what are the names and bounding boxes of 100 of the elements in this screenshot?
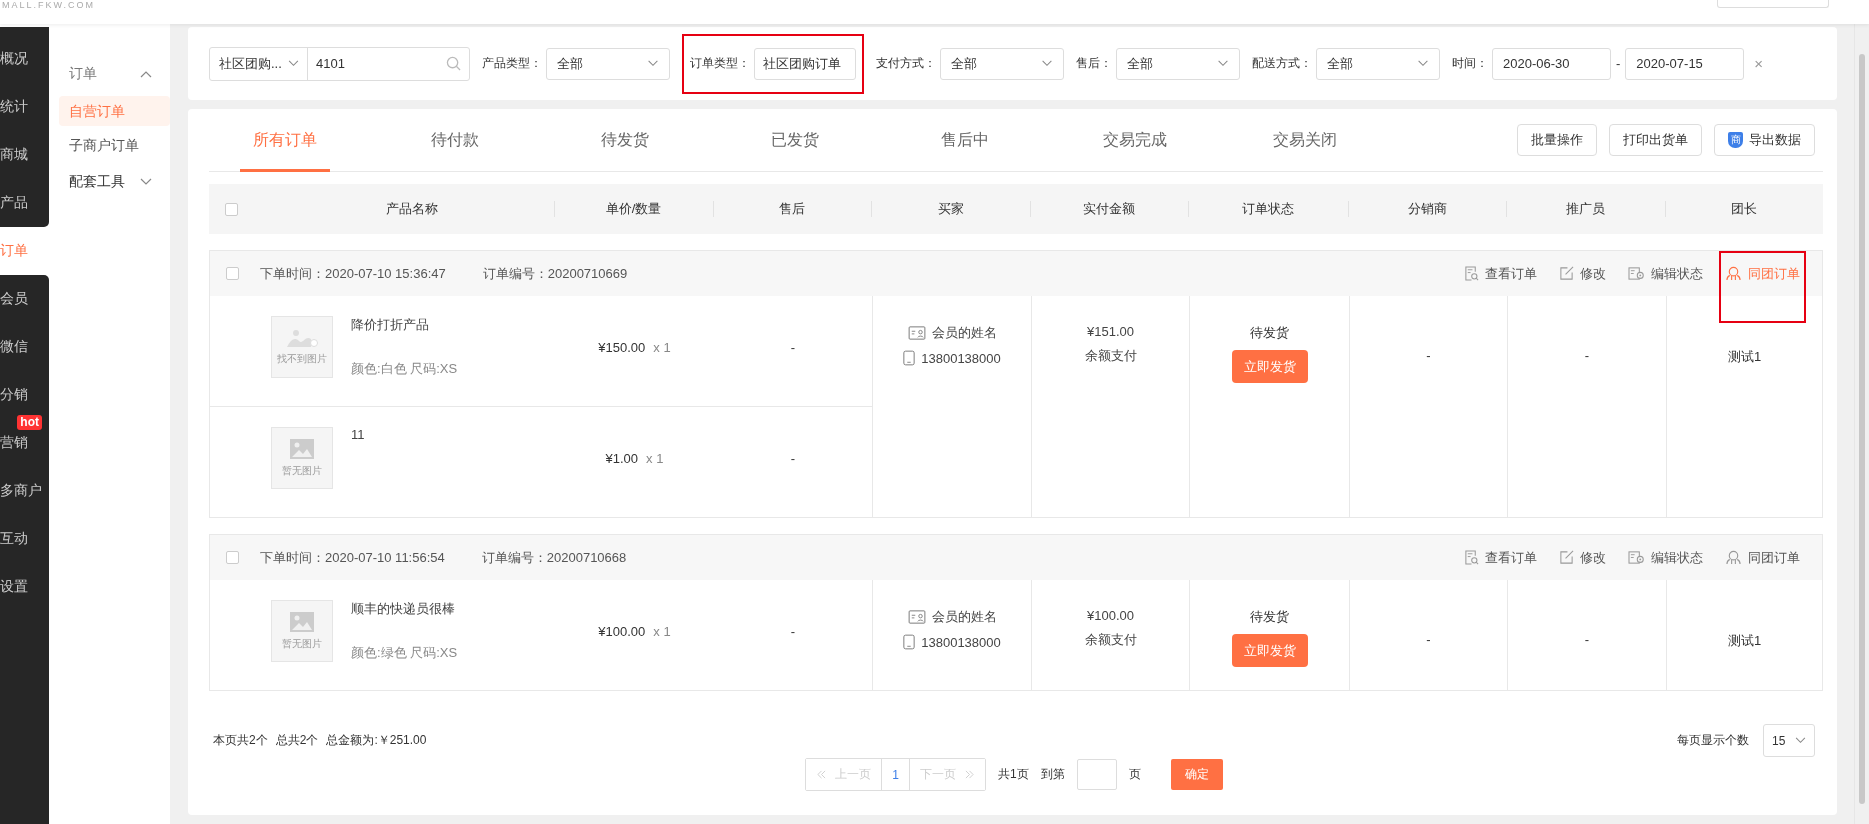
order-number: 订单编号：20200710669 bbox=[482, 264, 628, 283]
after-sale-value: - bbox=[790, 623, 796, 639]
payment-method: 余额支付 bbox=[1084, 631, 1137, 649]
order-action-link[interactable]: 编辑状态 bbox=[1628, 264, 1703, 283]
order-time: 下单时间：2020-07-10 15:36:47 bbox=[260, 264, 446, 283]
order-number: 订单编号：20200710668 bbox=[481, 548, 627, 567]
export-button[interactable]: 商 导出数据 bbox=[1714, 124, 1815, 156]
submenu-group[interactable]: 配套工具 bbox=[59, 164, 170, 200]
summary-text: 总金额为:￥251.00 bbox=[326, 732, 427, 749]
product-spec: 颜色:白色 尺码:XS bbox=[351, 360, 458, 378]
paid-amount: ¥151.00 bbox=[1087, 324, 1134, 339]
checkbox[interactable] bbox=[226, 551, 239, 564]
people-icon bbox=[1725, 550, 1742, 565]
tab[interactable]: 待发货 bbox=[540, 109, 710, 171]
settings-icon bbox=[1628, 550, 1645, 565]
sidebar-item[interactable]: 互动 bbox=[0, 515, 49, 563]
filter-select[interactable]: 全部 bbox=[1116, 47, 1240, 80]
page-size-label: 每页显示个数 bbox=[1677, 732, 1749, 749]
filter-label: 配送方式： bbox=[1252, 55, 1312, 72]
column-header: 团长 bbox=[1731, 200, 1757, 218]
image-icon bbox=[289, 438, 315, 460]
sidebar-item[interactable]: 设置 bbox=[0, 563, 49, 611]
chevron-down-icon bbox=[1795, 737, 1806, 744]
page-size-select[interactable]: 15 bbox=[1763, 724, 1815, 757]
column-header: 买家 bbox=[937, 200, 964, 218]
column-header: 分销商 bbox=[1407, 200, 1447, 218]
filter-select[interactable]: 社区团购订单 bbox=[754, 47, 856, 80]
order-action-link[interactable]: 查看订单 bbox=[1464, 264, 1537, 283]
order-action-link[interactable]: 同团订单 bbox=[1725, 548, 1800, 567]
sidebar-item[interactable]: 多商户 bbox=[0, 467, 49, 515]
sidebar-item[interactable]: 统计 bbox=[0, 83, 49, 131]
date-field[interactable]: 2020-07-15 bbox=[1625, 47, 1745, 80]
chevron-down-icon bbox=[1041, 60, 1053, 67]
chevron-down-icon bbox=[1217, 60, 1229, 67]
after-sale-value: - bbox=[790, 450, 796, 466]
edit-icon bbox=[1559, 550, 1574, 565]
product-spec: 颜色:绿色 尺码:XS bbox=[351, 644, 458, 662]
header-button[interactable] bbox=[1717, 0, 1829, 8]
product-name: 11 bbox=[351, 427, 365, 442]
summary-text: 本页共2个 bbox=[213, 732, 268, 749]
buyer-name: 会员的姓名 bbox=[931, 608, 997, 626]
filter-select[interactable]: 全部 bbox=[940, 47, 1064, 80]
submenu-item[interactable]: 子商户订单 bbox=[59, 130, 170, 160]
order-action-link[interactable]: 修改 bbox=[1559, 548, 1606, 567]
order-action-link[interactable]: 查看订单 bbox=[1464, 548, 1537, 567]
filter-select[interactable]: 全部 bbox=[1316, 47, 1440, 80]
distributor-value: - bbox=[1426, 632, 1431, 647]
document-search-icon bbox=[1464, 550, 1479, 565]
chevron-icon bbox=[140, 70, 152, 78]
column-header: 订单状态 bbox=[1242, 200, 1294, 218]
double-chevron-right-icon bbox=[964, 770, 975, 779]
tab[interactable]: 售后中 bbox=[880, 109, 1050, 171]
checkbox[interactable] bbox=[225, 202, 238, 216]
payment-method: 余额支付 bbox=[1084, 347, 1137, 365]
filter-label: 订单类型： bbox=[690, 55, 750, 72]
order-status: 待发货 bbox=[1250, 608, 1289, 626]
document-search-icon bbox=[1464, 266, 1479, 281]
order-status: 待发货 bbox=[1250, 324, 1289, 342]
toolbar-button[interactable]: 打印出货单 bbox=[1609, 124, 1702, 156]
date-separator: - bbox=[1616, 56, 1621, 71]
sidebar-item[interactable]: 会员 bbox=[0, 275, 49, 323]
order-action-link[interactable]: 修改 bbox=[1559, 264, 1606, 283]
goto-label: 到第 bbox=[1040, 766, 1065, 783]
column-header: 单价/数量 bbox=[605, 200, 662, 218]
sidebar-item[interactable]: 商城 bbox=[0, 131, 49, 179]
settings-icon bbox=[1628, 266, 1645, 281]
submenu-header[interactable]: 订单 bbox=[59, 56, 170, 92]
unit-price: ¥150.00 bbox=[598, 339, 646, 355]
sidebar-item[interactable]: 微信 bbox=[0, 323, 49, 371]
date-field[interactable]: 2020-06-30 bbox=[1492, 47, 1611, 80]
promoter-value: - bbox=[1584, 348, 1590, 363]
tab[interactable]: 交易关闭 bbox=[1220, 109, 1390, 171]
logo-text: MALL.FKW.COM bbox=[2, 0, 95, 10]
image-caption: 暂无图片 bbox=[282, 637, 322, 651]
quantity: x 1 bbox=[653, 623, 671, 639]
filter-label: 产品类型： bbox=[482, 55, 542, 72]
edit-icon bbox=[1559, 266, 1574, 281]
toolbar-button[interactable]: 批量操作 bbox=[1517, 124, 1597, 156]
tab[interactable]: 交易完成 bbox=[1050, 109, 1220, 171]
filter-label: 支付方式： bbox=[876, 55, 936, 72]
product-name: 降价打折产品 bbox=[351, 316, 430, 334]
sidebar-item[interactable]: 产品 bbox=[0, 179, 49, 227]
column-header: 产品名称 bbox=[386, 200, 438, 218]
checkbox[interactable] bbox=[226, 267, 239, 280]
double-chevron-left-icon bbox=[816, 770, 828, 779]
tab[interactable]: 已发货 bbox=[710, 109, 880, 171]
filter-label: 时间： bbox=[1452, 55, 1488, 72]
page-number-button[interactable]: 1 bbox=[881, 759, 910, 790]
chevron-down-icon bbox=[1417, 60, 1429, 67]
sidebar-item[interactable]: 概况 bbox=[0, 27, 49, 83]
filter-select[interactable]: 全部 bbox=[546, 47, 670, 80]
quantity: x 1 bbox=[646, 450, 664, 466]
page-input[interactable] bbox=[1076, 759, 1117, 790]
buyer-phone: 13800138000 bbox=[921, 634, 1001, 650]
chevron-icon bbox=[140, 178, 152, 186]
order-action-link[interactable]: 编辑状态 bbox=[1628, 548, 1703, 567]
image-caption: 暂无图片 bbox=[282, 464, 322, 478]
scrollbar[interactable] bbox=[1854, 24, 1869, 824]
paid-amount: ¥100.00 bbox=[1087, 608, 1134, 623]
tab[interactable]: 待付款 bbox=[370, 109, 540, 171]
